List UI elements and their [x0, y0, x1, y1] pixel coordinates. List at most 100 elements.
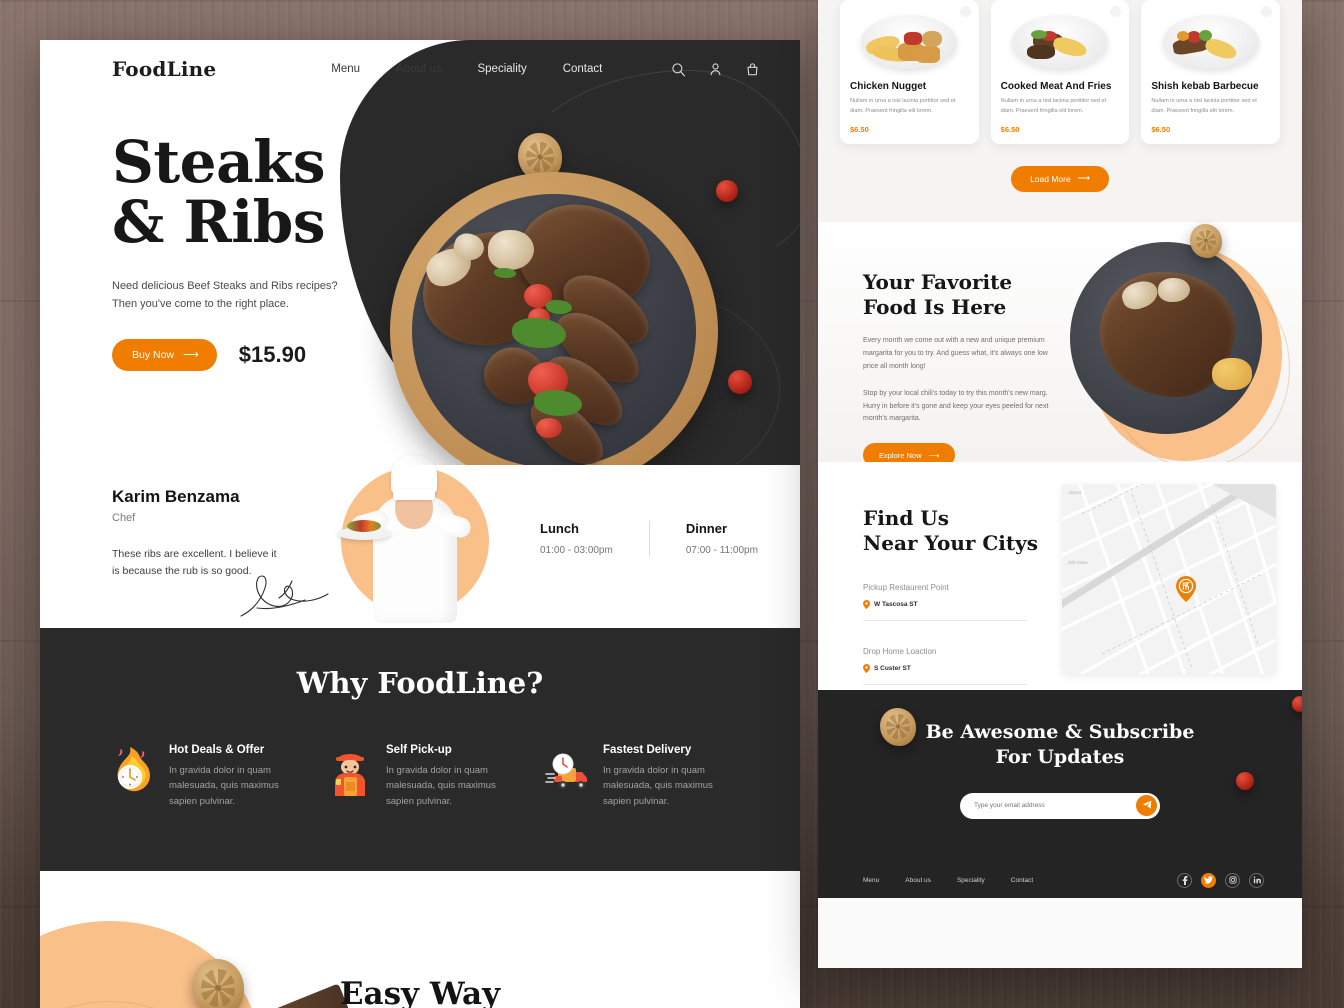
- menu-card[interactable]: Cooked Meat And Fries Nullam in urna a n…: [990, 0, 1130, 144]
- menu-card-price: $6.50: [850, 124, 869, 134]
- hours-lunch-time: 01:00 - 03:00pm: [540, 545, 613, 556]
- delivery-truck-icon: [544, 744, 590, 796]
- menu-card-title: Cooked Meat And Fries: [1000, 81, 1112, 92]
- svg-text:Gift Close: Gift Close: [1068, 560, 1088, 565]
- hours-dinner-time: 07:00 - 11:00pm: [685, 545, 758, 556]
- menu-card[interactable]: Shish kebab Barbecue Nullam in urna a ni…: [1141, 0, 1281, 144]
- chef-photo: [335, 455, 489, 623]
- chef-role: Chef: [112, 512, 136, 524]
- feature-text: Self Pick-up In gravida dolor in quam ma…: [386, 744, 518, 809]
- instagram-icon[interactable]: [1225, 872, 1240, 888]
- flame-clock-icon: [110, 744, 156, 796]
- load-more-button[interactable]: Load More ⟶: [1011, 165, 1109, 192]
- favorite-heading-line-2: Food Is Here: [863, 295, 1007, 320]
- favorite-paragraph-1: Every month we come out with a new and u…: [863, 336, 1048, 370]
- hero-subtitle-line-1: Need delicious Beef Steaks and Ribs reci…: [112, 279, 338, 292]
- feature-item: Fastest Delivery In gravida dolor in qua…: [544, 744, 735, 809]
- nav-item-about-us[interactable]: About us: [396, 63, 441, 75]
- menu-card-desc: Nullam in urna a nisl lacinia porttitor …: [850, 98, 956, 114]
- food-image-cooked-meat-fries: [997, 0, 1124, 75]
- linkedin-icon[interactable]: [1249, 872, 1264, 888]
- find-us-heading-line-2: Near Your Citys: [863, 531, 1039, 556]
- food-image-chicken-nugget: [846, 0, 973, 75]
- feature-item: Self Pick-up In gravida dolor in quam ma…: [327, 744, 518, 809]
- footer-nav: Menu About us Speciality Contact: [863, 877, 1033, 884]
- find-us-heading-line-1: Find Us: [863, 505, 949, 530]
- footer-nav-item-contact[interactable]: Contact: [1011, 877, 1033, 884]
- cherry-tomato-decor-1: [716, 180, 738, 202]
- easy-way-section: Easy Way: [40, 871, 800, 1008]
- favorite-heading-line-1: Your Favorite: [863, 269, 1013, 294]
- hours-lunch-title: Lunch: [540, 521, 579, 536]
- menu-card[interactable]: Chicken Nugget Nullam in urna a nisl lac…: [840, 0, 979, 144]
- header-icon-group: [671, 62, 760, 77]
- menu-card-price: $6.50: [1000, 124, 1020, 134]
- pickup-location-block[interactable]: Pickup Restaurent Point W Tascosa ST: [863, 583, 1027, 621]
- feature-item: Hot Deals & Offer In gravida dolor in qu…: [110, 744, 301, 809]
- svg-text:Airport: Airport: [1068, 490, 1082, 495]
- footer-nav-item-about-us[interactable]: About us: [905, 877, 931, 884]
- find-us-section: Find Us Near Your Citys Pickup Restauren…: [818, 461, 1302, 690]
- arrow-right-icon: ⟶: [1077, 173, 1090, 184]
- chef-name: Karim Benzama: [112, 487, 240, 506]
- search-icon[interactable]: [671, 62, 686, 77]
- nav-item-contact[interactable]: Contact: [563, 63, 603, 75]
- hero-title-line-1: Steaks: [112, 128, 326, 196]
- landing-page-panel-left: FoodLine Menu About us Speciality Contac…: [40, 40, 800, 1008]
- hero-title-line-2: & Ribs: [112, 188, 326, 257]
- pickup-location-value: W Tascosa ST: [874, 600, 918, 608]
- feature-title: Fastest Delivery: [603, 744, 692, 756]
- twitter-icon[interactable]: [1201, 872, 1216, 888]
- food-image-shish-kebab: [1147, 0, 1274, 75]
- subscribe-heading-line-1: Be Awesome & Subscribe: [925, 720, 1195, 743]
- facebook-icon[interactable]: [1177, 872, 1192, 888]
- nav-item-menu[interactable]: Menu: [331, 63, 360, 75]
- drop-location-block[interactable]: Drop Home Loaction S Custer ST: [863, 647, 1027, 685]
- map-pin-icon: [863, 599, 870, 609]
- feature-desc: In gravida dolor in quam malesuada, quis…: [169, 765, 279, 807]
- hero-section: FoodLine Menu About us Speciality Contac…: [40, 40, 800, 465]
- subscribe-form: [960, 792, 1160, 819]
- feature-title: Hot Deals & Offer: [169, 744, 265, 756]
- pickup-location-value-row: W Tascosa ST: [863, 599, 1027, 609]
- load-more-label: Load More: [1030, 173, 1071, 184]
- subscribe-footer-section: Be Awesome & Subscribe For Updates Menu …: [818, 689, 1302, 898]
- why-foodline-section: Why FoodLine? Hot Deals & Offer In gravi…: [40, 628, 800, 871]
- buy-now-label: Buy Now: [132, 348, 175, 361]
- main-nav: Menu About us Speciality Contact: [331, 63, 602, 75]
- favorite-food-section: Your Favorite Food Is Here Every month w…: [818, 221, 1302, 468]
- cherry-tomato-decor-2: [728, 370, 752, 394]
- load-more-wrap: Load More ⟶: [840, 165, 1280, 192]
- why-heading: Why FoodLine?: [296, 666, 544, 700]
- footer-nav-item-speciality[interactable]: Speciality: [957, 877, 985, 884]
- hero-steak-plate-image: [390, 172, 718, 465]
- garlic-decor-icon-4: [880, 707, 916, 746]
- drop-location-value-row: S Custer ST: [863, 663, 1027, 673]
- bag-icon[interactable]: [745, 62, 760, 77]
- landing-page-panel-right: Chicken Nugget Nullam in urna a nisl lac…: [818, 0, 1302, 968]
- cherry-tomato-decor-4: [1292, 695, 1302, 712]
- buy-now-button[interactable]: Buy Now ⟶: [112, 338, 217, 371]
- location-map[interactable]: Airport Gift Close: [1062, 483, 1276, 674]
- social-links: [1177, 872, 1264, 888]
- user-icon[interactable]: [708, 62, 723, 77]
- pickup-location-label: Pickup Restaurent Point: [863, 582, 949, 592]
- feature-text: Fastest Delivery In gravida dolor in qua…: [603, 744, 735, 809]
- menu-card-price: $6.50: [1151, 124, 1171, 134]
- subscribe-send-button[interactable]: [1136, 795, 1157, 817]
- cherry-tomato-decor-3: [1236, 771, 1254, 790]
- hero-subtitle-line-2: Then you've come to the right place.: [112, 297, 289, 310]
- brand-logo[interactable]: FoodLine: [112, 57, 216, 81]
- email-input[interactable]: [974, 802, 1136, 810]
- subscribe-heading-line-2: For Updates: [995, 746, 1125, 769]
- drop-location-label: Drop Home Loaction: [863, 646, 937, 656]
- garlic-decor-icon-3: [1190, 223, 1222, 258]
- nav-item-speciality[interactable]: Speciality: [477, 63, 526, 75]
- chef-testimonial-section: Karim Benzama Chef These ribs are excell…: [40, 455, 800, 628]
- hero-title: Steaks & Ribs: [112, 132, 338, 253]
- hours-dinner: Dinner 07:00 - 11:00pm: [648, 521, 794, 556]
- hours-lunch: Lunch 01:00 - 03:00pm: [540, 521, 649, 556]
- feature-desc: In gravida dolor in quam malesuada, quis…: [603, 765, 713, 807]
- footer-nav-item-menu[interactable]: Menu: [863, 877, 879, 884]
- restaurant-map-pin-icon[interactable]: [1176, 575, 1196, 602]
